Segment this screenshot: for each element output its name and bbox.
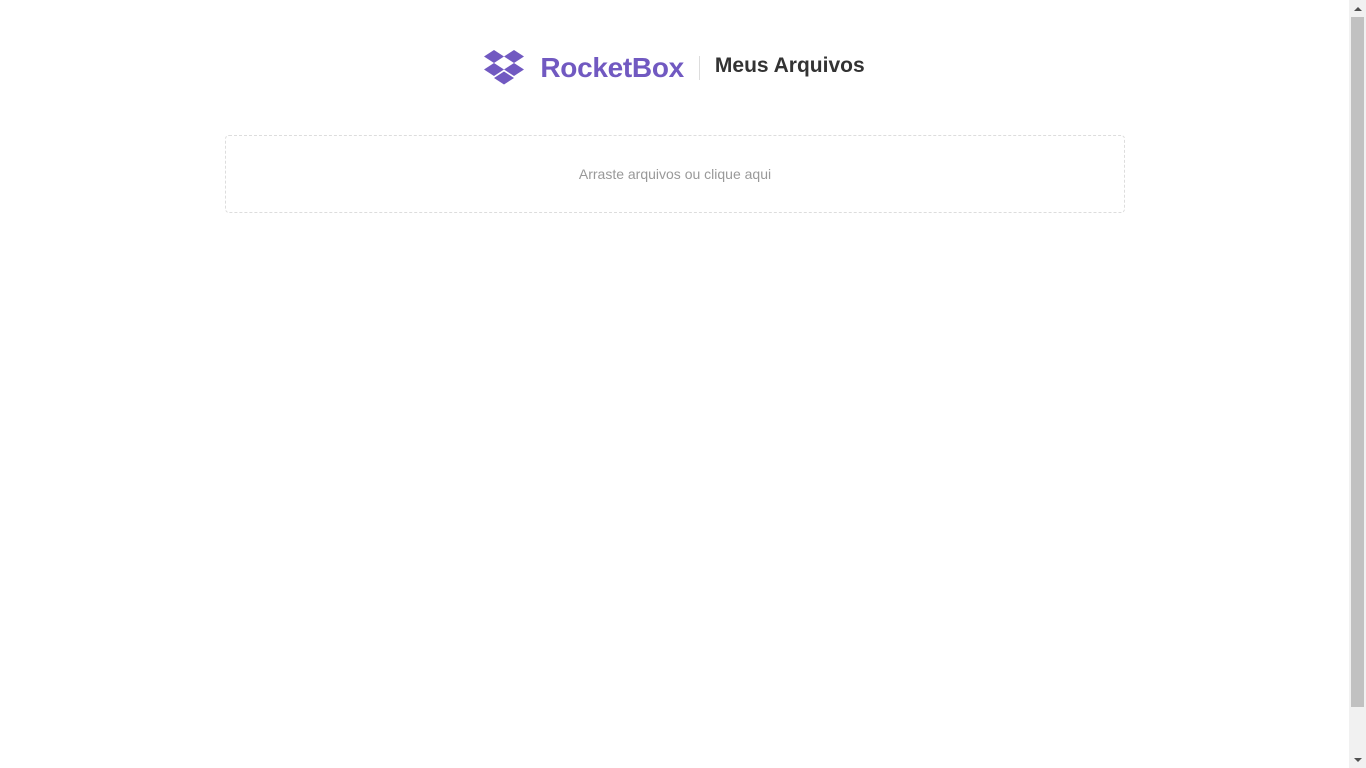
header: RocketBox Meus Arquivos (0, 46, 1349, 90)
scroll-up-button[interactable] (1349, 0, 1366, 17)
arrow-down-icon (1353, 757, 1362, 762)
dropbox-box-icon (484, 50, 525, 85)
brand-name: RocketBox (540, 52, 684, 83)
dropzone-label: Arraste arquivos ou clique aqui (578, 166, 772, 182)
file-dropzone[interactable]: Arraste arquivos ou clique aqui (225, 135, 1125, 213)
header-divider (698, 56, 700, 80)
page-title: Meus Arquivos (714, 54, 865, 77)
scroll-thumb[interactable] (1351, 17, 1364, 707)
scroll-down-button[interactable] (1349, 751, 1366, 768)
vertical-scrollbar[interactable] (1349, 0, 1366, 768)
page: RocketBox Meus Arquivos Arraste arquivos… (0, 0, 1349, 768)
arrow-up-icon (1353, 6, 1362, 11)
logo: RocketBox (484, 48, 684, 88)
